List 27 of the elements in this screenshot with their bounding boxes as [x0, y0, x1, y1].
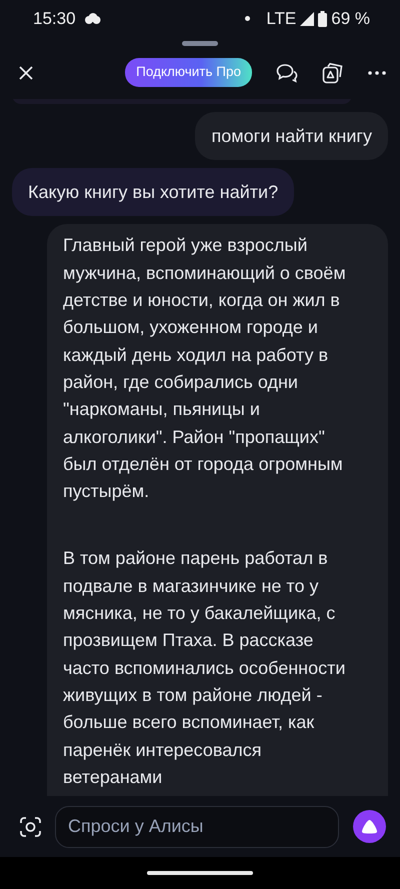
camera-scan-icon [20, 816, 41, 837]
more-button[interactable] [368, 70, 386, 75]
subscribe-pro-button[interactable]: Подключить Про [125, 58, 252, 87]
message-text: Главный герой уже взрослый мужчина, вспоминающий о своём детстве и юности, когда он жил в большом, ухоженном городе и каждый день ходил на работу в район, где собирались одни "наркоманы, пьяницы и алкоголики". Район "пропащих" был отделён от города огромным пустырём. [63, 234, 347, 504]
voice-assistant-button[interactable] [353, 810, 386, 844]
signal-icon [300, 12, 314, 26]
more-icon [368, 70, 386, 75]
assistant-logo-icon [361, 819, 378, 834]
cloud-icon [84, 13, 101, 24]
close-icon [18, 64, 34, 81]
battery-level: 69 % [331, 8, 370, 30]
network-type: LTE [266, 8, 296, 30]
battery-icon [318, 10, 328, 27]
camera-button[interactable] [20, 816, 41, 837]
message-input[interactable]: Спроси у Алисы [55, 806, 339, 848]
status-time: 15:30 [33, 8, 76, 30]
close-button[interactable] [18, 64, 34, 81]
drag-handle[interactable] [182, 41, 218, 46]
gallery-button[interactable] [322, 62, 344, 84]
notification-dot [245, 16, 250, 22]
chat-bubbles-icon [276, 62, 298, 83]
home-indicator[interactable] [147, 871, 253, 876]
chats-button[interactable] [276, 62, 298, 83]
message-text: В том районе парень работал в подвале в магазинчике не то у мясника, не то у бакалейщика, с прозвищем Птаха. В рассказе часто вспоминались особенности живущих в том районе людей - больше всего вспоминает, как паренёк интересовался ветеранами [63, 547, 346, 789]
message-bubble: Какую книгу вы хотите найти? [12, 168, 294, 216]
gallery-icon [322, 62, 344, 84]
message-bubble: помоги найти книгу [195, 112, 388, 160]
